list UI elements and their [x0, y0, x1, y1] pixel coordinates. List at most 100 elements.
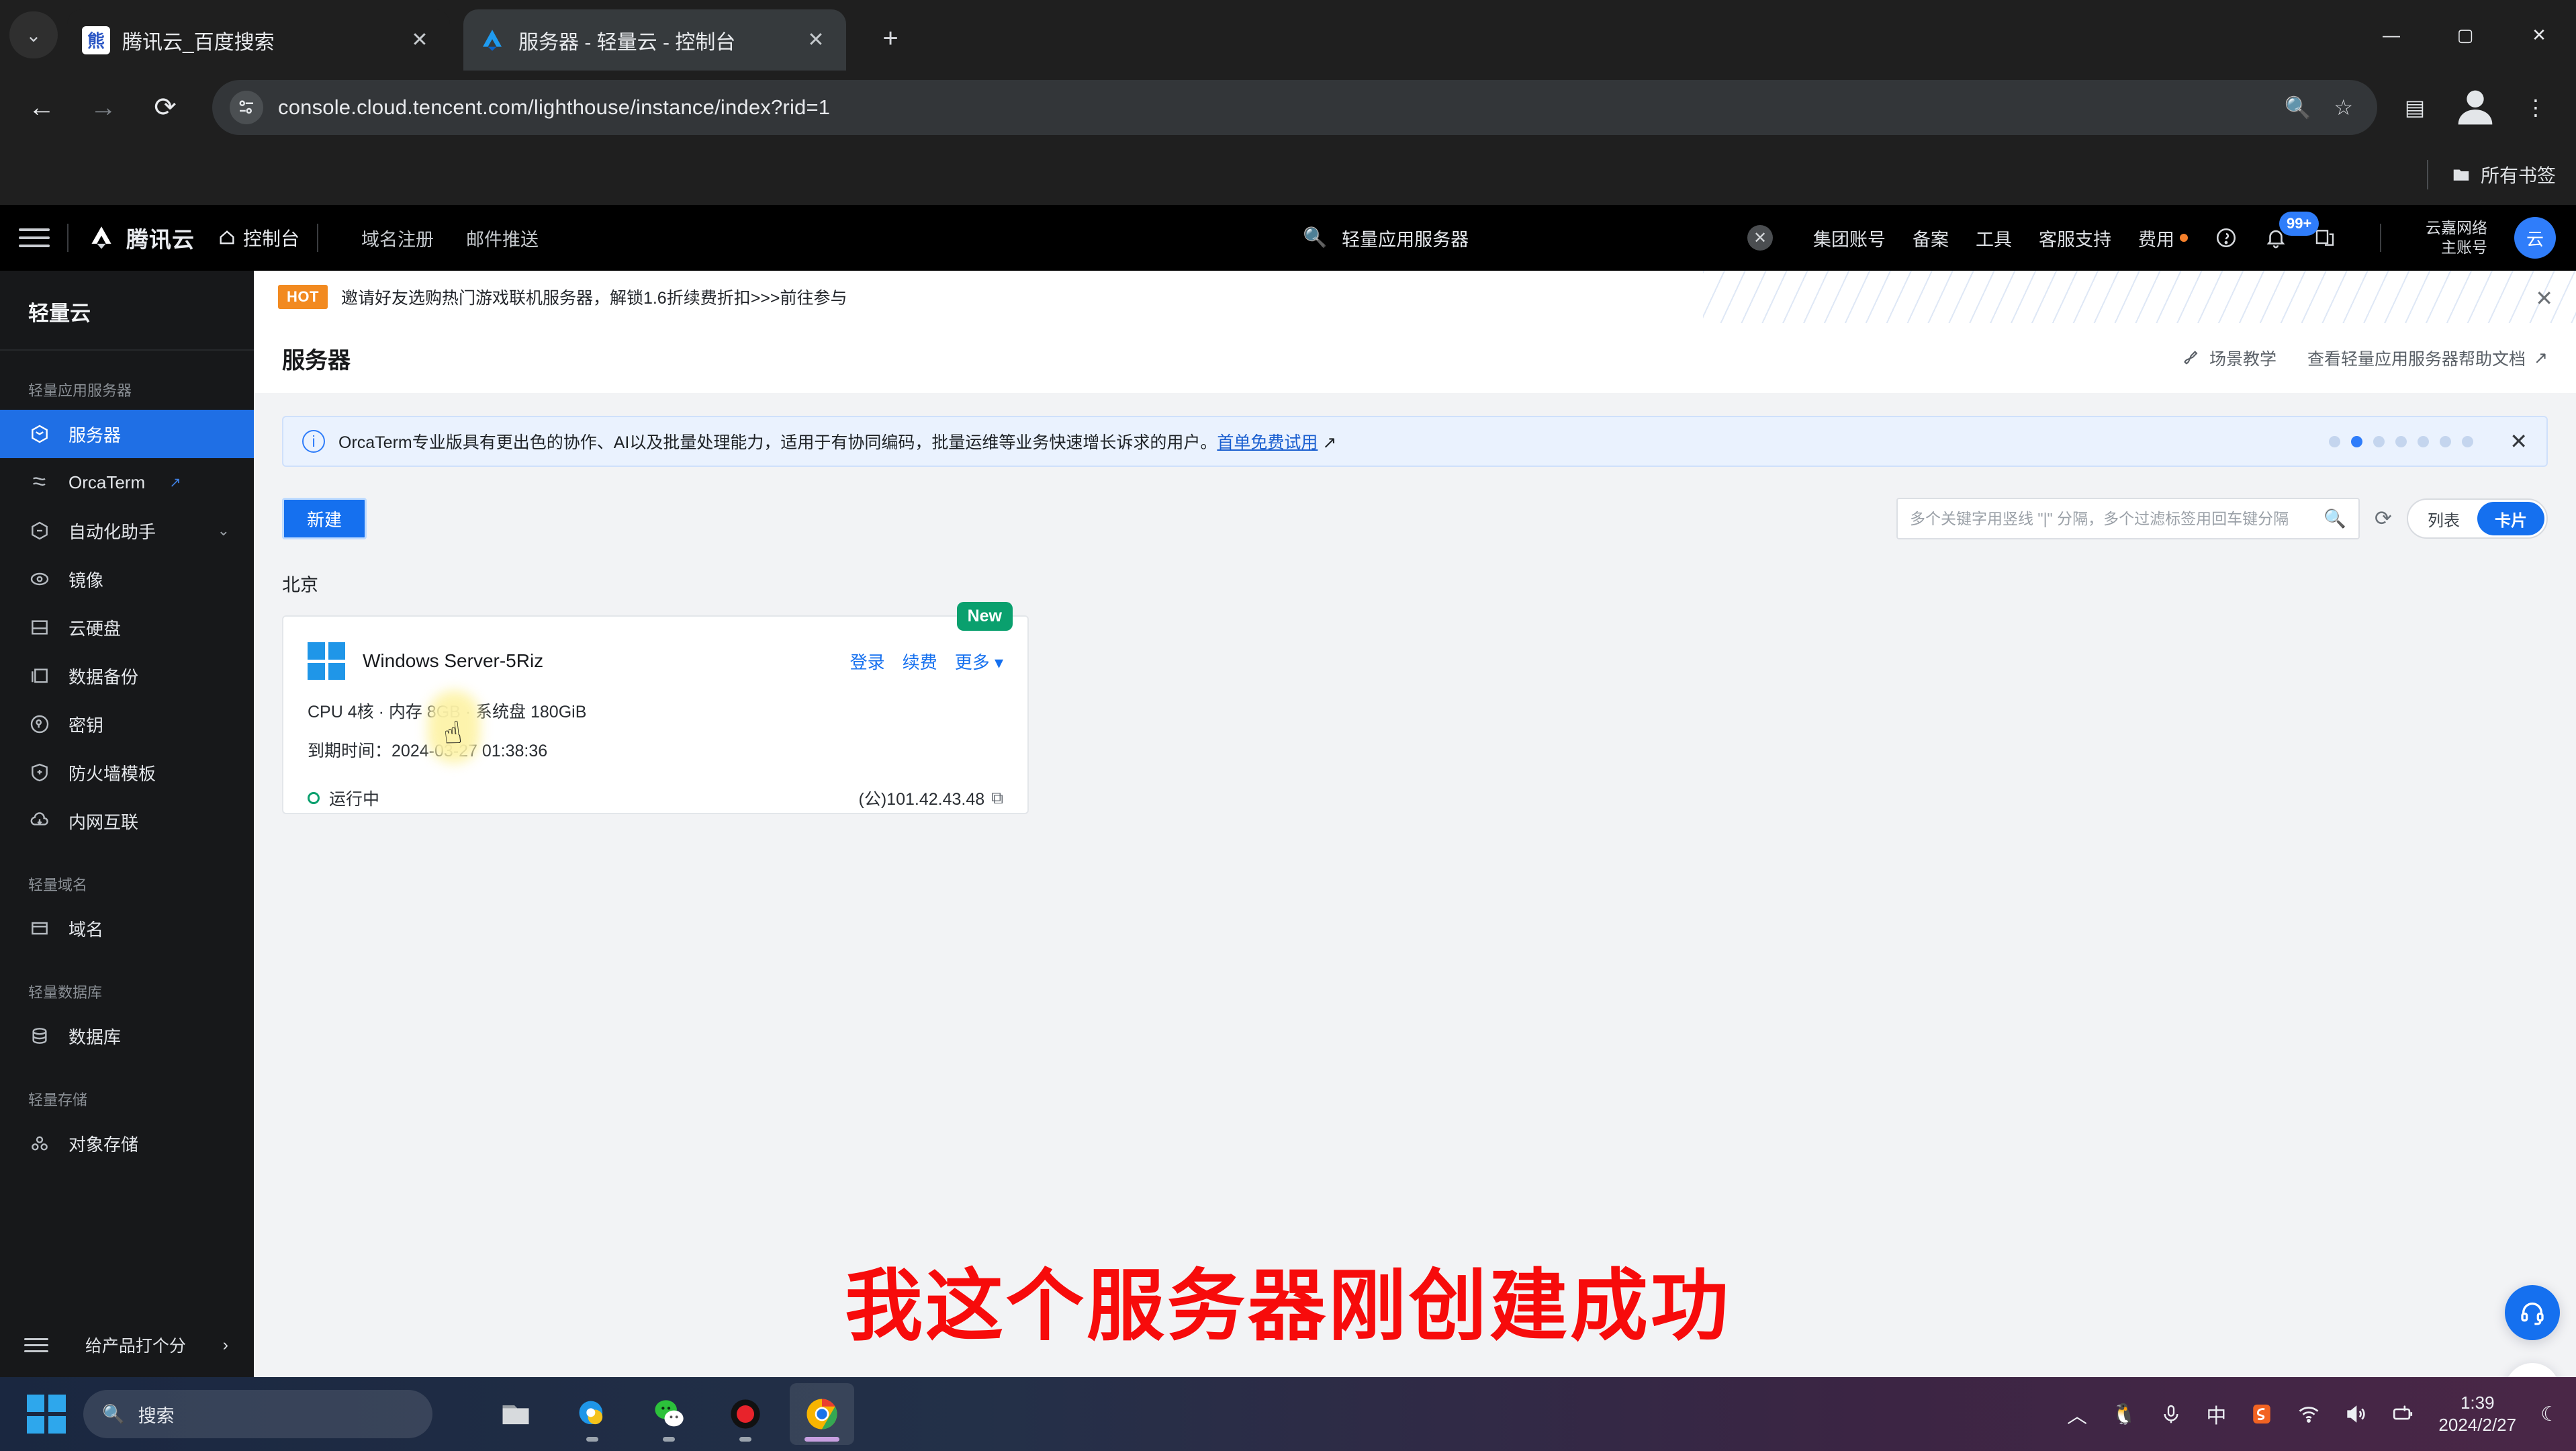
search-input[interactable]	[1910, 509, 2324, 528]
workspace-icon[interactable]	[2314, 227, 2336, 249]
carousel-dot[interactable]	[2373, 435, 2385, 447]
wifi-icon[interactable]	[2297, 1403, 2320, 1425]
sidebar-item-automation[interactable]: 自动化助手 ⌄	[0, 507, 254, 555]
sidebar-item-backup[interactable]: 数据备份	[0, 652, 254, 700]
tencent-cloud-brand[interactable]: 腾讯云	[86, 222, 195, 254]
tab-close-icon[interactable]: ✕	[404, 25, 435, 56]
header-item-beian[interactable]: 备案	[1913, 225, 1949, 251]
sidebar-item-image[interactable]: 镜像	[0, 555, 254, 603]
reload-icon[interactable]: ⟳	[138, 81, 192, 134]
chevron-up-icon[interactable]: ︿	[2067, 1399, 2087, 1429]
all-bookmarks-button[interactable]: 所有书签	[2451, 161, 2556, 188]
avatar[interactable]: 云	[2514, 217, 2556, 259]
sidebar-item-object-storage[interactable]: 对象存储	[0, 1119, 254, 1168]
carousel-dot[interactable]	[2440, 435, 2452, 447]
sidebar-item-key[interactable]: 密钥	[0, 700, 254, 748]
header-search[interactable]: 🔍 轻量应用服务器 ✕	[1303, 205, 1773, 271]
menu-hamburger-icon[interactable]	[19, 228, 50, 247]
hot-banner-text[interactable]: 邀请好友选购热门游戏联机服务器，解锁1.6折续费折扣>>>前往参与	[341, 285, 847, 309]
file-explorer-icon[interactable]	[484, 1383, 548, 1445]
browser-tab-1[interactable]: 熊 腾讯云_百度搜索 ✕	[67, 9, 450, 71]
refresh-icon[interactable]: ⟳	[2375, 507, 2392, 531]
info-banner-close-icon[interactable]: ✕	[2510, 429, 2528, 454]
address-bar[interactable]: console.cloud.tencent.com/lighthouse/ins…	[212, 80, 2377, 135]
sidebar-item-disk[interactable]: 云硬盘	[0, 603, 254, 652]
back-icon[interactable]: ←	[15, 81, 68, 134]
login-action[interactable]: 登录	[850, 649, 885, 674]
sidebar-item-orcaterm[interactable]: OrcaTerm ↗	[0, 458, 254, 507]
notifications-bell-icon[interactable]: 99+	[2264, 212, 2319, 249]
taskbar-search-box[interactable]: 🔍 搜索	[83, 1390, 432, 1438]
network-icon	[28, 809, 51, 832]
battery-icon[interactable]	[2391, 1403, 2414, 1425]
qq-icon[interactable]	[560, 1383, 625, 1445]
scenario-tutorial-link[interactable]: 场景教学	[2182, 346, 2276, 370]
sidebar-item-firewall-template[interactable]: 防火墙模板	[0, 748, 254, 797]
view-toggle-list[interactable]: 列表	[2410, 502, 2477, 535]
header-nav-email[interactable]: 邮件推送	[466, 225, 539, 251]
ime-chinese-icon[interactable]: 中	[2206, 1399, 2226, 1429]
account-name[interactable]: 云嘉网络 主账号	[2426, 218, 2487, 258]
close-window-button[interactable]: ✕	[2502, 0, 2576, 71]
renew-action[interactable]: 续费	[903, 649, 937, 674]
header-item-tools[interactable]: 工具	[1976, 225, 2012, 251]
taskbar-clock[interactable]: 1:39 2024/2/27	[2438, 1392, 2516, 1437]
help-doc-link[interactable]: 查看轻量应用服务器帮助文档 ↗	[2307, 346, 2548, 370]
chevron-down-icon[interactable]: ⌄	[218, 522, 230, 539]
carousel-dot[interactable]	[2329, 435, 2341, 447]
minimize-button[interactable]: —	[2354, 0, 2428, 71]
carousel-dot[interactable]	[2418, 435, 2430, 447]
free-trial-link[interactable]: 首单免费试用	[1217, 433, 1318, 452]
help-circle-icon[interactable]	[2215, 226, 2238, 249]
sidebar-item-database[interactable]: 数据库	[0, 1012, 254, 1060]
notification-badge: 99+	[2279, 212, 2319, 236]
sogou-icon[interactable]	[2250, 1403, 2273, 1425]
recorder-icon[interactable]	[713, 1383, 778, 1445]
server-card[interactable]: New Windows Server-5Riz 登录 续费 更多 ▾ CPU 4…	[282, 602, 1029, 814]
start-button-icon[interactable]	[27, 1395, 66, 1434]
header-item-billing[interactable]: 费用	[2138, 225, 2188, 251]
console-link[interactable]: 控制台	[218, 224, 300, 251]
profile-avatar-icon[interactable]	[2450, 82, 2501, 133]
qq-penguin-icon[interactable]: 🐧	[2111, 1403, 2136, 1426]
header-item-support[interactable]: 客服支持	[2039, 225, 2111, 251]
server-name[interactable]: Windows Server-5Riz	[363, 650, 543, 672]
microphone-icon[interactable]	[2160, 1403, 2182, 1425]
disk-icon	[28, 616, 51, 639]
copy-icon[interactable]: ⧉	[991, 789, 1003, 808]
zoom-search-icon[interactable]: 🔍	[2284, 95, 2311, 120]
tab-close-icon[interactable]: ✕	[800, 25, 831, 56]
carousel-dot[interactable]	[2395, 435, 2407, 447]
side-panel-icon[interactable]: ▤	[2389, 82, 2440, 133]
wechat-icon[interactable]	[637, 1383, 701, 1445]
carousel-dot[interactable]	[2462, 435, 2474, 447]
instance-search-box[interactable]: 🔍	[1896, 498, 2360, 539]
carousel-dot-active[interactable]	[2351, 435, 2363, 447]
maximize-button[interactable]: ▢	[2428, 0, 2502, 71]
sidebar-item-domain[interactable]: 域名	[0, 904, 254, 953]
chrome-menu-icon[interactable]: ⋮	[2510, 82, 2561, 133]
tab-search-chevron-icon[interactable]: ⌄	[9, 11, 58, 58]
sidebar-item-server[interactable]: 服务器	[0, 410, 254, 458]
view-toggle-card[interactable]: 卡片	[2477, 502, 2544, 535]
moon-icon[interactable]: ☾	[2540, 1403, 2559, 1426]
clear-search-icon[interactable]: ✕	[1747, 225, 1773, 251]
browser-tab-2[interactable]: 服务器 - 轻量云 - 控制台 ✕	[463, 9, 846, 71]
sidebar-item-intranet[interactable]: 内网互联	[0, 797, 254, 845]
chrome-icon[interactable]	[790, 1383, 854, 1445]
create-new-button[interactable]: 新建	[282, 498, 367, 539]
search-icon[interactable]: 🔍	[2324, 508, 2346, 529]
more-action-label: 更多	[954, 652, 990, 672]
volume-icon[interactable]	[2344, 1403, 2367, 1425]
cloud-alert-icon[interactable]	[2505, 1363, 2560, 1377]
new-tab-button[interactable]: +	[870, 17, 911, 59]
header-item-group-account[interactable]: 集团账号	[1813, 225, 1886, 251]
header-nav-domain[interactable]: 域名注册	[361, 225, 434, 251]
more-action[interactable]: 更多 ▾	[955, 649, 1003, 674]
hot-banner-close-icon[interactable]: ✕	[2535, 285, 2553, 311]
site-settings-icon[interactable]	[230, 91, 263, 124]
tab-title: 服务器 - 轻量云 - 控制台	[518, 31, 736, 54]
bookmark-star-icon[interactable]: ☆	[2334, 95, 2353, 120]
sidebar-item-label: 对象存储	[68, 1134, 139, 1155]
forward-icon[interactable]: →	[77, 81, 130, 134]
